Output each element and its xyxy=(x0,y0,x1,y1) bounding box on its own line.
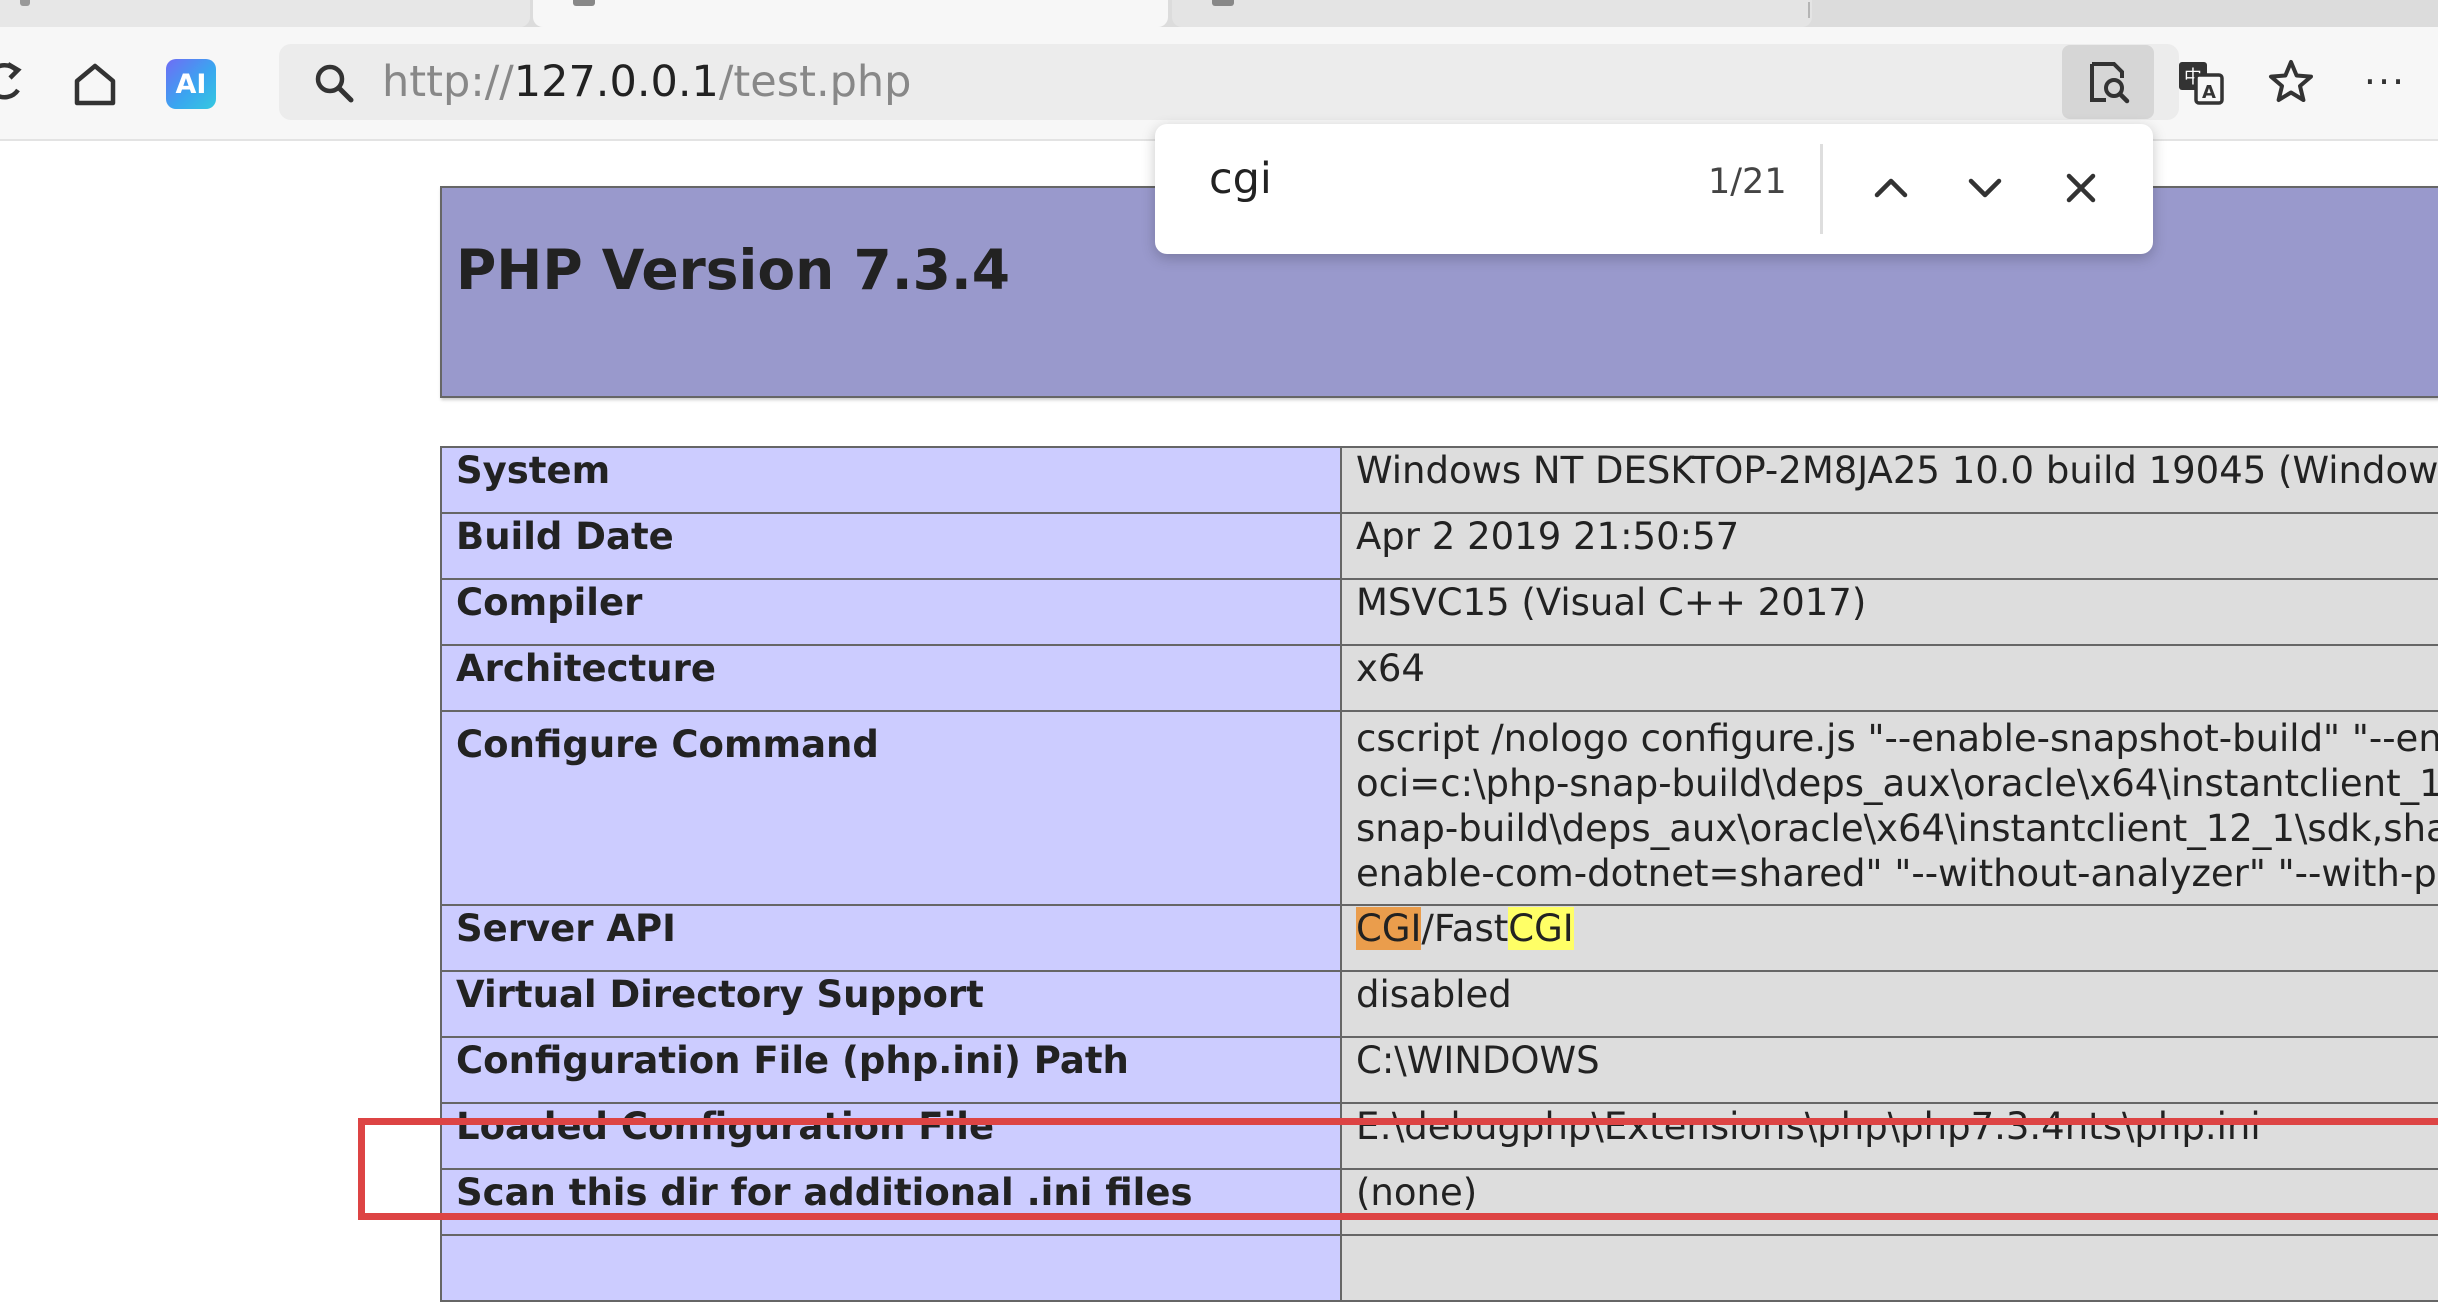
configure-command-line: enable-com-dotnet=shared" "--without-ana… xyxy=(1356,852,2438,895)
find-divider xyxy=(1820,144,1823,234)
close-icon xyxy=(2066,173,2096,203)
address-bar[interactable]: http://127.0.0.1/test.php xyxy=(279,44,2179,120)
row-label: Compiler xyxy=(440,578,1342,646)
table-row: Virtual Directory Support disabled xyxy=(440,970,2438,1038)
table-row: Configure Command cscript /nologo config… xyxy=(440,710,2438,906)
svg-text:A: A xyxy=(2202,82,2216,103)
chevron-down-icon xyxy=(1968,178,2002,198)
row-label: Configure Command xyxy=(440,710,1342,906)
tab-favicon-icon xyxy=(573,0,595,6)
find-close-button[interactable] xyxy=(2051,158,2111,218)
tab-divider xyxy=(1808,2,1810,18)
row-value: MSVC15 (Visual C++ 2017) xyxy=(1340,578,2438,646)
tab[interactable] xyxy=(1172,0,1812,27)
table-row: Configuration File (php.ini) Path C:\WIN… xyxy=(440,1036,2438,1104)
row-label: Virtual Directory Support xyxy=(440,970,1342,1038)
url-path: /test.php xyxy=(718,57,912,107)
url-host: 127.0.0.1 xyxy=(513,57,719,107)
row-value: x64 xyxy=(1340,644,2438,712)
find-next-button[interactable] xyxy=(1955,158,2015,218)
row-label: Configuration File (php.ini) Path xyxy=(440,1036,1342,1104)
home-button[interactable] xyxy=(68,57,122,111)
row-label: Server API xyxy=(440,904,1342,972)
url-text[interactable]: http://127.0.0.1/test.php xyxy=(382,44,911,120)
row-label: System xyxy=(440,446,1342,514)
more-icon: ··· xyxy=(2363,60,2407,104)
table-row xyxy=(440,1234,2438,1302)
find-previous-button[interactable] xyxy=(1861,158,1921,218)
find-match-active: CGI xyxy=(1356,907,1422,950)
tab-favicon-icon xyxy=(20,0,30,6)
tab-active[interactable] xyxy=(533,0,1168,27)
page-title: PHP Version 7.3.4 xyxy=(456,238,1011,302)
favorite-star-icon xyxy=(2269,60,2313,102)
find-bar: cgi 1/21 xyxy=(1155,124,2153,254)
table-row: Compiler MSVC15 (Visual C++ 2017) xyxy=(440,578,2438,646)
home-icon xyxy=(74,63,116,106)
row-value: cscript /nologo configure.js "--enable-s… xyxy=(1340,710,2438,906)
tab-strip xyxy=(0,0,2438,27)
favorite-button[interactable] xyxy=(2258,49,2324,115)
find-in-page-icon xyxy=(2090,62,2130,104)
find-match-count: 1/21 xyxy=(1708,162,1787,202)
highlight-annotation-box xyxy=(358,1118,2438,1220)
reload-icon xyxy=(0,62,22,100)
row-label xyxy=(440,1234,1342,1302)
value-text: /Fast xyxy=(1421,907,1509,950)
find-match: CGI xyxy=(1508,907,1574,950)
tab[interactable] xyxy=(0,0,530,27)
row-value xyxy=(1340,1234,2438,1302)
configure-command-line: snap-build\deps_aux\oracle\x64\instantcl… xyxy=(1356,807,2438,850)
configure-command-line: cscript /nologo configure.js "--enable-s… xyxy=(1356,717,2438,760)
configure-command-line: oci=c:\php-snap-build\deps_aux\oracle\x6… xyxy=(1356,762,2438,805)
row-label: Architecture xyxy=(440,644,1342,712)
table-row: Build Date Apr 2 2019 21:50:57 xyxy=(440,512,2438,580)
ai-badge: AI xyxy=(175,68,207,100)
reload-button[interactable] xyxy=(0,57,26,107)
translate-icon: 中 A xyxy=(2179,62,2224,105)
tab-favicon-icon xyxy=(1212,0,1234,6)
ai-assistant-button[interactable]: AI xyxy=(166,59,216,109)
search-icon xyxy=(315,64,354,103)
table-row: System Windows NT DESKTOP-2M8JA25 10.0 b… xyxy=(440,446,2438,514)
find-input[interactable]: cgi xyxy=(1209,154,1272,204)
table-row: Server API CGI/FastCGI xyxy=(440,904,2438,972)
row-value: CGI/FastCGI xyxy=(1340,904,2438,972)
url-scheme: http:// xyxy=(382,57,514,107)
row-value: C:\WINDOWS xyxy=(1340,1036,2438,1104)
chevron-up-icon xyxy=(1874,178,1908,198)
row-value: Windows NT DESKTOP-2M8JA25 10.0 build 19… xyxy=(1340,446,2438,514)
row-value: Apr 2 2019 21:50:57 xyxy=(1340,512,2438,580)
more-menu-button[interactable]: ··· xyxy=(2352,49,2418,115)
find-in-page-button[interactable] xyxy=(2062,45,2154,119)
row-value: disabled xyxy=(1340,970,2438,1038)
row-label: Build Date xyxy=(440,512,1342,580)
table-row: Architecture x64 xyxy=(440,644,2438,712)
translate-button[interactable]: 中 A xyxy=(2168,49,2234,115)
